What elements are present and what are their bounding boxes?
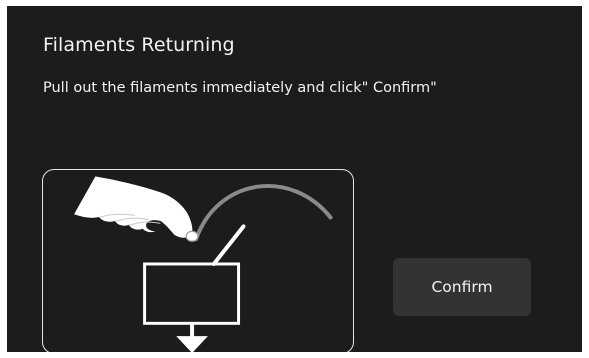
pull-filament-illustration [42, 169, 354, 352]
filament-return-dialog: Filaments Returning Pull out the filamen… [7, 6, 582, 352]
filament-stub-icon [211, 224, 246, 266]
filament-arc-icon [194, 184, 333, 242]
hand-pulling-filament-icon [72, 175, 199, 242]
dialog-title: Filaments Returning [43, 34, 235, 56]
pull-filament-illustration-svg [72, 175, 333, 352]
dialog-message: Pull out the filaments immediately and c… [43, 80, 437, 96]
nozzle-icon [176, 336, 208, 352]
confirm-button[interactable]: Confirm [393, 258, 531, 316]
extruder-icon [143, 262, 241, 325]
